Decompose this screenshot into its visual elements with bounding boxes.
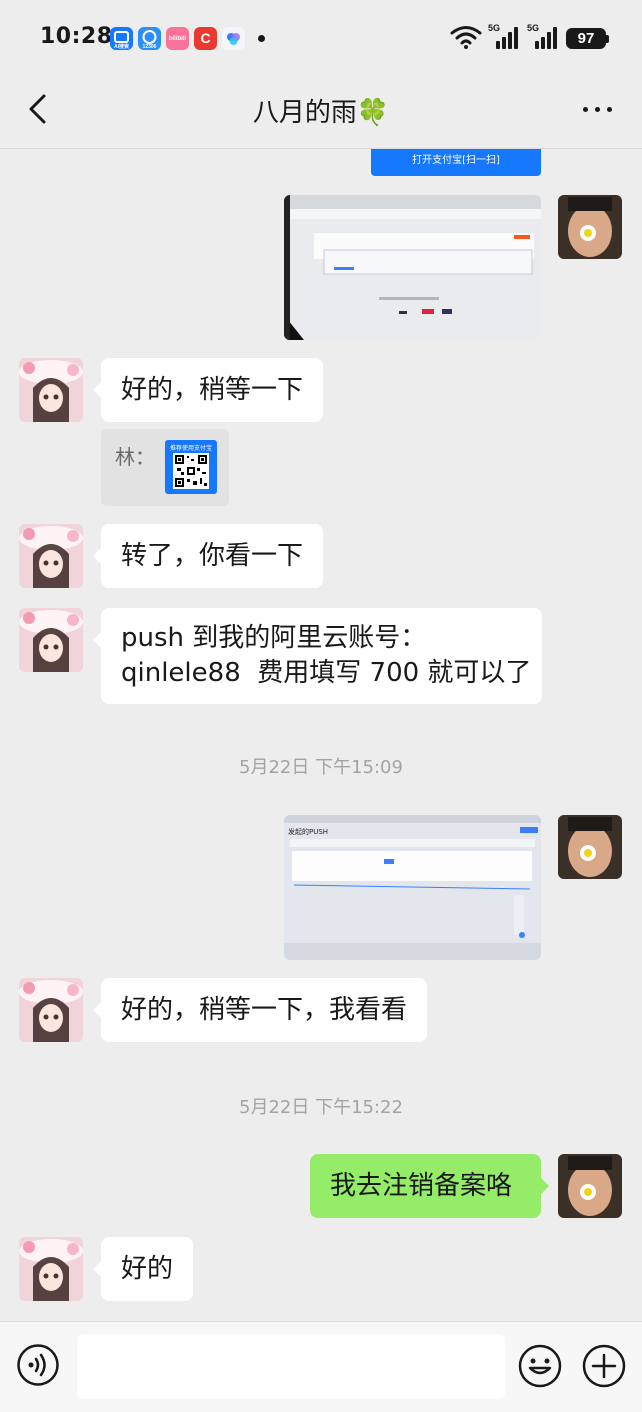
svg-text:C: C: [200, 30, 210, 46]
app-icon-5: [222, 27, 245, 50]
app-icon-3: bilibili: [166, 27, 189, 50]
status-time: 10:28: [40, 24, 113, 49]
timestamp: 5月22日 下午15:09: [239, 757, 403, 778]
status-bar: 10:28 AI搜索 12306 bilibili C 5G 5G 97: [0, 0, 642, 78]
message-image-push-screen[interactable]: 发起的PUSH: [284, 815, 541, 960]
wifi-icon: [450, 26, 482, 49]
more-options-icon[interactable]: [578, 96, 618, 122]
app-icon-2: 12306: [138, 27, 161, 50]
avatar-friend[interactable]: [19, 1237, 83, 1301]
quote-sender-label: 林：: [115, 445, 155, 469]
qr-code-card[interactable]: 推荐使用支付宝: [165, 440, 217, 494]
message-text[interactable]: 好的，稍等一下，我看看: [92, 978, 428, 1042]
battery-tip: [606, 35, 609, 43]
plus-icon[interactable]: [582, 1344, 626, 1388]
nav-divider: [0, 148, 642, 149]
message-text[interactable]: 转了，你看一下: [92, 524, 324, 588]
message-input[interactable]: [77, 1334, 505, 1399]
avatar-me[interactable]: [558, 1154, 622, 1218]
avatar-friend[interactable]: [19, 358, 83, 422]
message-text[interactable]: push 到我的阿里云账号： qinlele88 费用填写 700 就可以了: [93, 608, 542, 704]
avatar-friend[interactable]: [19, 978, 83, 1042]
emoji-icon[interactable]: [518, 1344, 562, 1388]
message-line: qinlele88 费用填写 700 就可以了: [121, 658, 532, 688]
app-icon-4: C: [194, 27, 217, 50]
svg-text:bilibili: bilibili: [169, 36, 187, 42]
app-icon-1: AI搜索: [110, 27, 133, 50]
timestamp: 5月22日 下午15:22: [239, 1097, 403, 1118]
svg-text:12306: 12306: [143, 44, 157, 50]
qr-card-title: 推荐使用支付宝: [169, 445, 212, 452]
voice-input-icon[interactable]: [17, 1344, 59, 1386]
signal-icon-2: 5G: [527, 23, 561, 49]
avatar-friend[interactable]: [19, 608, 83, 672]
message-text-mine[interactable]: 我去注销备案咯: [310, 1154, 549, 1218]
message-image-webpage[interactable]: [284, 195, 541, 340]
avatar-me[interactable]: [558, 815, 622, 879]
signal-icon-1: 5G: [488, 23, 522, 49]
chat-title: 八月的雨🍀: [252, 98, 390, 128]
battery-indicator: 97: [566, 28, 606, 49]
alipay-scan-button[interactable]: 打开支付宝[扫一扫]: [371, 149, 541, 176]
qr-code-icon: [173, 453, 209, 489]
svg-text:AI搜索: AI搜索: [114, 43, 129, 50]
svg-text:发起的PUSH: 发起的PUSH: [288, 827, 328, 836]
notification-dot: [258, 35, 265, 42]
avatar-me[interactable]: [558, 195, 622, 259]
quoted-qr-message[interactable]: 林： 推荐使用支付宝: [101, 429, 229, 506]
message-text[interactable]: 好的: [92, 1237, 194, 1301]
message-line: push 到我的阿里云账号：: [121, 623, 427, 653]
message-text[interactable]: 好的，稍等一下: [92, 358, 324, 422]
avatar-friend[interactable]: [19, 524, 83, 588]
